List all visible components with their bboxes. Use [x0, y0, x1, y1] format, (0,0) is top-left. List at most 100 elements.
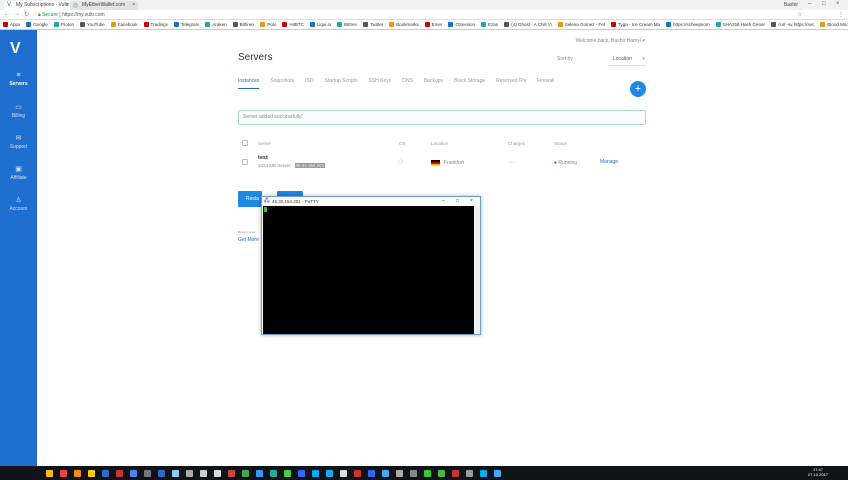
bookmark-item[interactable]: OSession — [448, 20, 475, 29]
taskbar-app-icon[interactable] — [256, 469, 263, 477]
tab-backups[interactable]: Backups — [424, 78, 443, 89]
bookmark-item[interactable]: Tyga - Ice Cream Ma — [610, 20, 660, 29]
taskbar-app-icon[interactable] — [368, 469, 375, 477]
minimize-icon[interactable]: – — [442, 197, 445, 206]
taskbar-app-icon[interactable] — [312, 469, 319, 477]
back-icon[interactable]: ← — [4, 11, 10, 17]
maximize-icon[interactable]: □ — [822, 1, 826, 7]
tab-dns[interactable]: DNS — [402, 78, 413, 89]
taskbar-app-icon[interactable] — [172, 469, 179, 477]
bookmark-item[interactable]: SHA256 Hash Gener — [715, 20, 765, 29]
bookmark-item[interactable]: Polo — [260, 20, 276, 29]
taskbar-app-icon[interactable] — [130, 469, 137, 477]
minimize-icon[interactable]: – — [808, 1, 811, 7]
taskbar-app-icon[interactable] — [46, 469, 53, 477]
bookmark-item[interactable]: Proton — [53, 20, 74, 29]
sidebar-item-account[interactable]: ♙ Account — [0, 196, 37, 212]
tab-instances[interactable]: Instances — [238, 78, 260, 89]
bookmark-item[interactable]: Tradingv — [143, 20, 168, 29]
tab-startup-scripts[interactable]: Startup Scripts — [325, 78, 358, 89]
taskbar-app-icon[interactable] — [214, 469, 221, 477]
row-checkbox[interactable] — [242, 159, 248, 165]
sidebar-item-affiliate[interactable]: ▣ Affiliate — [0, 165, 37, 181]
tab-block-storage[interactable]: Block Storage — [454, 78, 485, 89]
bookmark-item[interactable]: Bitfinex — [232, 20, 254, 29]
sidebar-item-servers[interactable]: ≡ Servers — [0, 72, 37, 87]
close-tab-icon[interactable]: × — [66, 2, 69, 8]
bookmark-item[interactable]: Facebook — [110, 20, 138, 29]
bookmark-item[interactable]: Araken — [205, 20, 227, 29]
server-ip[interactable]: 45.32.154.201 — [294, 163, 326, 168]
taskbar-app-icon[interactable] — [396, 469, 403, 477]
taskbar-app-icon[interactable] — [102, 469, 109, 477]
tab-iso[interactable]: ISO — [305, 78, 314, 89]
taskbar-app-icon[interactable] — [144, 469, 151, 477]
bookmark-item[interactable]: Apps — [3, 20, 20, 29]
bookmark-item[interactable]: Selena Gomez - Fet — [557, 20, 605, 29]
get-more-link[interactable]: Get More — [238, 237, 259, 243]
taskbar-app-icon[interactable] — [32, 470, 39, 477]
bookmark-item[interactable]: Twitter — [362, 20, 383, 29]
taskbar-app-icon[interactable] — [466, 469, 473, 477]
taskbar-app-icon[interactable] — [424, 469, 431, 477]
bookmark-item[interactable]: Liqui.io — [309, 20, 331, 29]
tab-snapshots[interactable]: Snapshots — [270, 78, 294, 89]
tab-reserved-ips[interactable]: Reserved IPs — [496, 78, 526, 89]
add-server-button[interactable]: + — [630, 81, 646, 97]
taskbar-app-icon[interactable] — [354, 469, 361, 477]
forward-icon[interactable]: → — [14, 11, 20, 17]
manage-link[interactable]: Manage — [600, 159, 618, 165]
server-name[interactable]: test — [258, 155, 268, 161]
taskbar-app-icon[interactable] — [228, 469, 235, 477]
taskbar-app-icon[interactable] — [410, 469, 417, 477]
putty-window[interactable]: 🖧︎ 45.32.154.201 - PuTTY – □ × — [261, 196, 481, 335]
taskbar-app-icon[interactable] — [18, 470, 25, 477]
select-all-checkbox[interactable] — [242, 140, 248, 146]
taskbar-app-icon[interactable] — [88, 469, 95, 477]
url-input[interactable]: 🔒︎ Secure | https://my.vultr.com — [34, 11, 804, 19]
tab-ssh-keys[interactable]: SSH Keys — [368, 78, 391, 89]
bookmark-item[interactable]: Telegram — [173, 20, 199, 29]
reload-icon[interactable]: ↻ — [24, 11, 29, 18]
welcome-menu[interactable]: Welcome back, Bashir Hamy! ▾ — [576, 38, 645, 44]
scrollbar[interactable] — [474, 206, 480, 334]
taskbar-app-icon[interactable] — [452, 469, 459, 477]
putty-titlebar[interactable]: 🖧︎ 45.32.154.201 - PuTTY – □ × — [262, 197, 480, 206]
bookmark-item[interactable]: YouTube — [80, 20, 105, 29]
star-icon[interactable]: ☆ — [797, 11, 802, 18]
bookmark-item[interactable]: Bookmarks — [389, 20, 419, 29]
bookmark-item[interactable]: HitBTC — [282, 20, 304, 29]
tab-firewall[interactable]: Firewall — [537, 78, 554, 89]
sidebar-item-billing[interactable]: ▭ Billing — [0, 103, 37, 119]
profile-name[interactable]: Bashir — [784, 2, 798, 8]
sidebar-item-support[interactable]: ✉ Support — [0, 134, 37, 150]
maximize-icon[interactable]: □ — [456, 197, 459, 206]
taskbar-app-icon[interactable] — [480, 469, 487, 477]
tab-vultr[interactable]: V My Subscriptions - Vultr × — [4, 1, 72, 10]
bookmark-item[interactable]: curl -sv https://sec — [771, 20, 814, 29]
taskbar-app-icon[interactable] — [270, 469, 277, 477]
taskbar-app-icon[interactable] — [340, 469, 347, 477]
taskbar-app-icon[interactable] — [116, 469, 123, 477]
bookmark-item[interactable]: Blood Moon - A Gr — [820, 20, 848, 29]
taskbar-app-icon[interactable] — [494, 469, 501, 477]
clock[interactable]: 17:47 27.10.2017 — [808, 467, 828, 477]
taskbar-app-icon[interactable] — [382, 469, 389, 477]
close-tab-icon[interactable]: × — [132, 2, 135, 8]
bookmark-item[interactable]: https://scheepsorn — [666, 20, 710, 29]
bookmark-item[interactable]: (4) Ghost - A Chill Vi — [504, 20, 552, 29]
taskbar-app-icon[interactable] — [242, 469, 249, 477]
close-icon[interactable]: × — [470, 197, 473, 206]
taskbar-app-icon[interactable] — [326, 469, 333, 477]
taskbar-app-icon[interactable] — [438, 469, 445, 477]
taskbar-app-icon[interactable] — [284, 469, 291, 477]
taskbar-app-icon[interactable] — [200, 469, 207, 477]
taskbar-app-icon[interactable] — [298, 469, 305, 477]
taskbar-app-icon[interactable] — [158, 469, 165, 477]
bookmark-item[interactable]: Ezan — [481, 20, 498, 29]
taskbar-app-icon[interactable] — [186, 469, 193, 477]
restart-button[interactable]: Resta — [238, 191, 262, 207]
bookmark-item[interactable]: Emer — [424, 20, 442, 29]
taskbar-app-icon[interactable] — [4, 470, 11, 477]
taskbar-app-icon[interactable] — [74, 469, 81, 477]
